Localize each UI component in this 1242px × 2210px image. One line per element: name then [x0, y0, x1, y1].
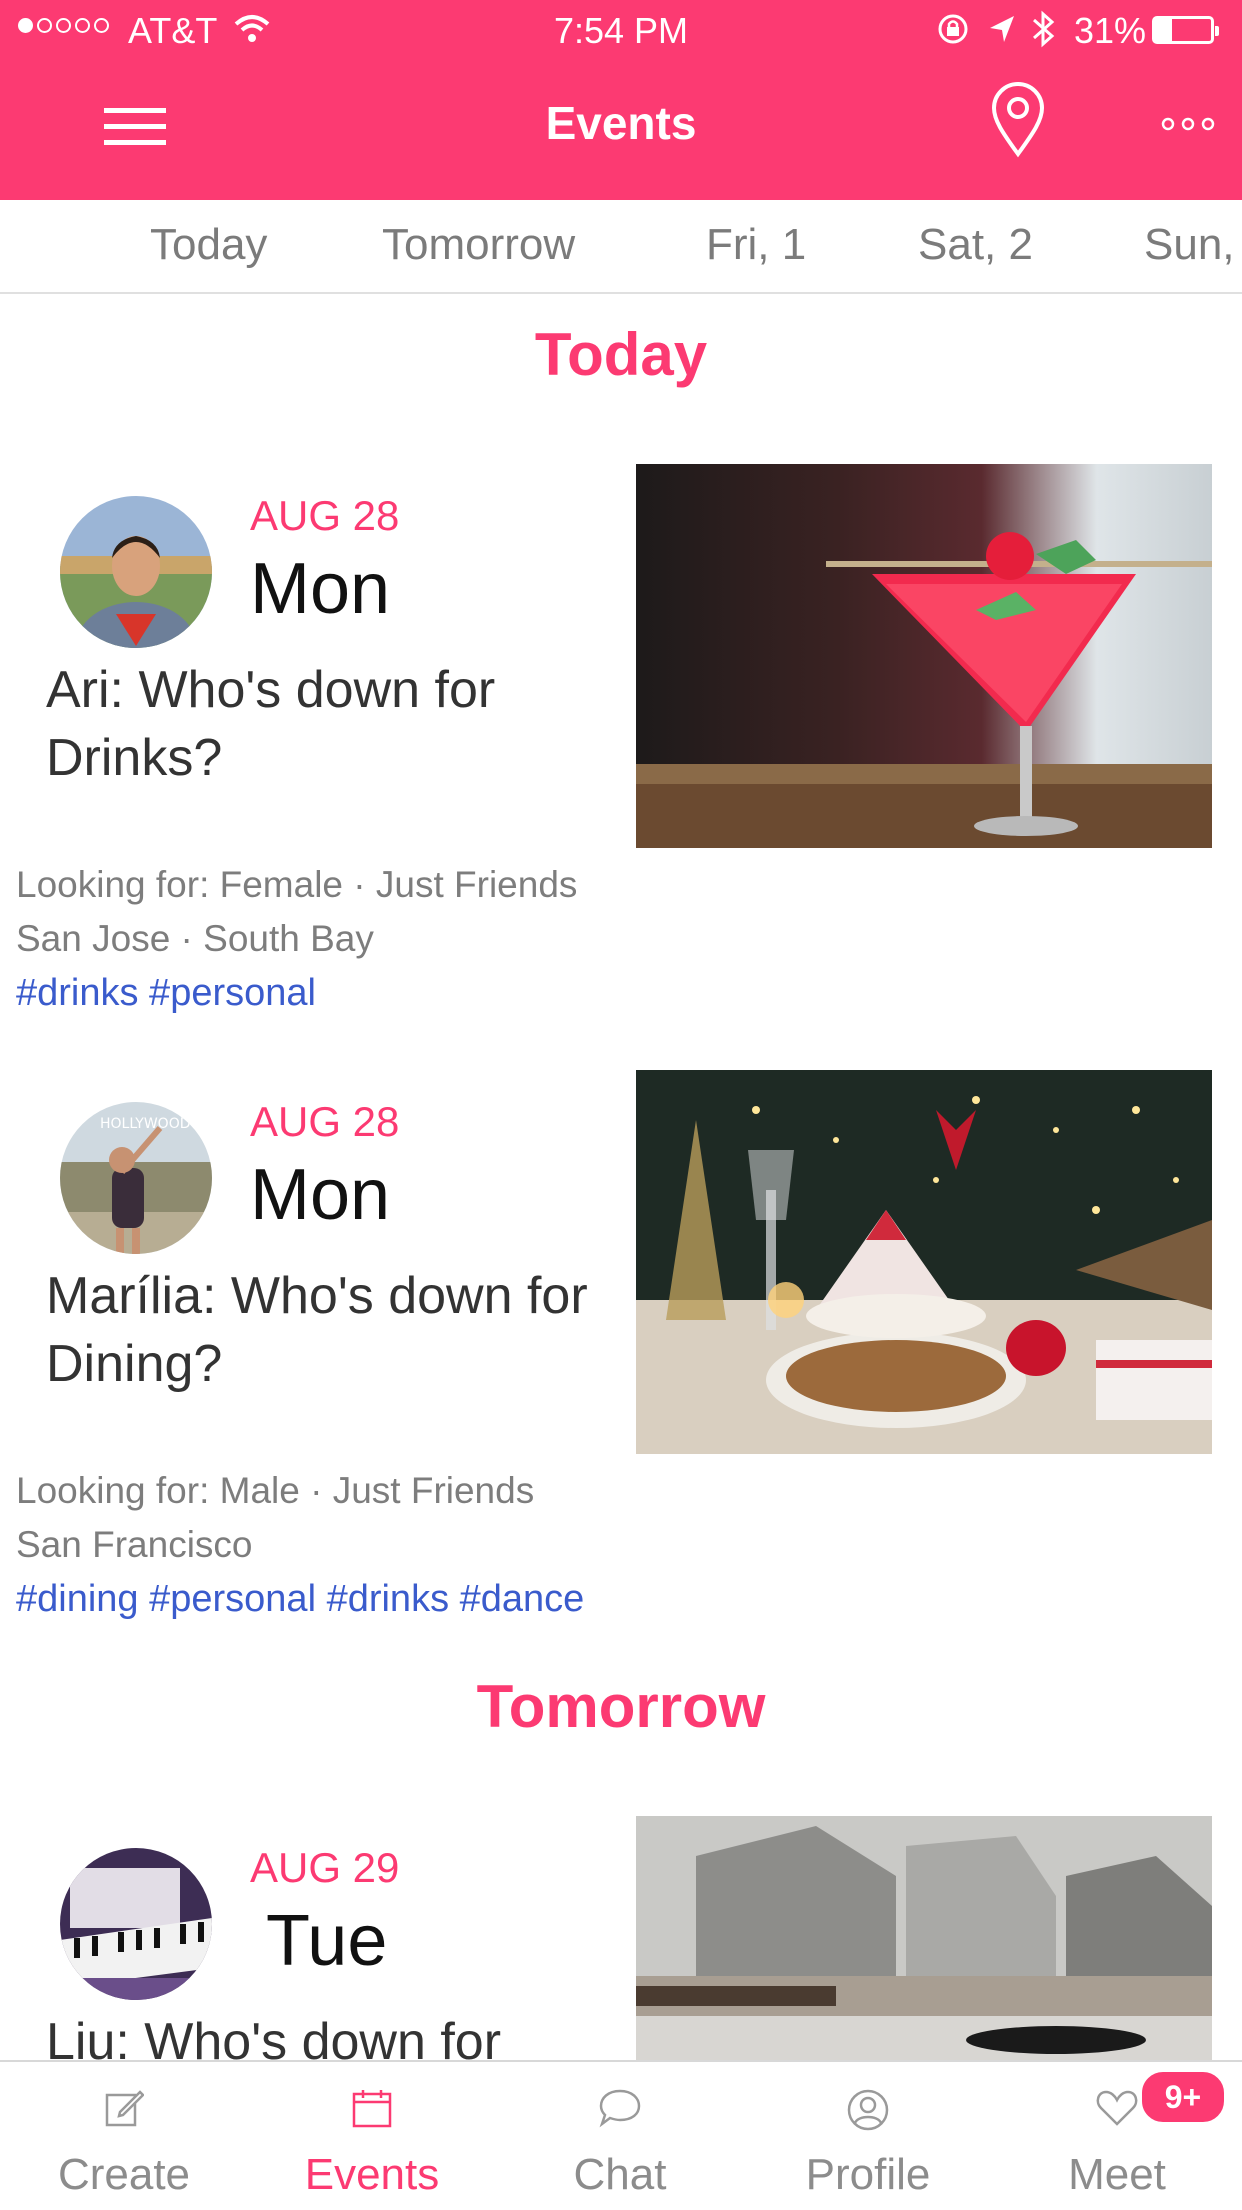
- battery-icon: [1152, 16, 1219, 44]
- event-card[interactable]: AUG 28 Mon Ari: Who's down for Drinks? L…: [0, 460, 1242, 1060]
- tab-fri-1[interactable]: Fri, 1: [706, 220, 806, 270]
- tab-sat-2[interactable]: Sat, 2: [918, 220, 1033, 270]
- nav-label: Events: [304, 2150, 440, 2199]
- compose-icon: [105, 2090, 144, 2127]
- bottom-tab-bar: Create Events Chat Profile Meet: [0, 2060, 1242, 2210]
- event-tags[interactable]: #drinks #personal: [16, 972, 316, 1015]
- event-weekday: Tue: [266, 1901, 388, 1981]
- event-title: Ari: Who's down for Drinks?: [46, 661, 496, 787]
- avatar: [60, 496, 212, 648]
- event-tags[interactable]: #dining #personal #drinks #dance: [16, 1578, 584, 1621]
- event-weekday: Mon: [250, 1155, 391, 1235]
- svg-text:HOLLYWOOD: HOLLYWOOD: [100, 1116, 191, 1132]
- location-arrow-icon: [990, 16, 1014, 42]
- avatar: HOLLYWOOD: [60, 1102, 212, 1254]
- nav-profile[interactable]: Profile: [744, 2062, 992, 2210]
- nav-events[interactable]: Events: [248, 2062, 496, 2210]
- nav-label: Create: [57, 2150, 191, 2199]
- notification-badge: 9+: [1138, 2068, 1228, 2126]
- tab-today[interactable]: Today: [150, 220, 267, 270]
- date-tab-strip: Today Tomorrow Fri, 1 Sat, 2 Sun,: [0, 200, 1242, 294]
- tab-tomorrow[interactable]: Tomorrow: [382, 220, 575, 270]
- nav-chat[interactable]: Chat: [496, 2062, 744, 2210]
- avatar: [60, 1848, 212, 2000]
- section-header-today: Today: [534, 321, 708, 388]
- event-location: San Francisco: [16, 1524, 253, 1565]
- event-location: San Jose · South Bay: [16, 918, 374, 959]
- event-looking-for: Looking for: Female · Just Friends: [16, 864, 578, 905]
- nav-label: Profile: [805, 2150, 931, 2199]
- orientation-lock-icon: [938, 14, 968, 44]
- app-header: AT&T 7:54 PM 31% Events: [0, 0, 1242, 200]
- profile-icon: [847, 2089, 889, 2131]
- battery-percent: 31%: [1074, 10, 1147, 51]
- chat-bubble-icon: [599, 2089, 641, 2128]
- event-photo: [636, 464, 1212, 848]
- event-photo: [636, 1070, 1212, 1454]
- page-title: Events: [545, 97, 697, 149]
- more-dots-icon: [1161, 117, 1215, 131]
- event-card[interactable]: HOLLYWOOD AUG 28 Mon Marília: Who's down…: [0, 1066, 1242, 1666]
- event-card[interactable]: AUG 29 Tue Liu: Who's down for: [0, 1812, 1242, 2060]
- event-photo: [636, 1816, 1212, 2060]
- more-options-button[interactable]: [1160, 112, 1216, 136]
- event-month: AUG 28: [250, 492, 400, 539]
- tab-sun[interactable]: Sun,: [1144, 220, 1235, 270]
- nav-create[interactable]: Create: [0, 2062, 248, 2210]
- section-header-tomorrow: Tomorrow: [476, 1673, 766, 1740]
- event-looking-for: Looking for: Male · Just Friends: [16, 1470, 535, 1511]
- event-weekday: Mon: [250, 549, 391, 629]
- event-title: Marília: Who's down for Dining?: [46, 1267, 588, 1393]
- event-title: Liu: Who's down for: [46, 2013, 502, 2060]
- event-month: AUG 28: [250, 1098, 400, 1145]
- map-pin-icon: [991, 82, 1045, 158]
- bluetooth-icon: [1033, 10, 1055, 48]
- heart-icon: [1096, 2090, 1138, 2126]
- location-button[interactable]: [990, 80, 1046, 158]
- calendar-icon: [352, 2090, 392, 2128]
- event-month: AUG 29: [250, 1844, 400, 1891]
- nav-label: Meet: [1068, 2150, 1166, 2199]
- nav-label: Chat: [573, 2150, 667, 2199]
